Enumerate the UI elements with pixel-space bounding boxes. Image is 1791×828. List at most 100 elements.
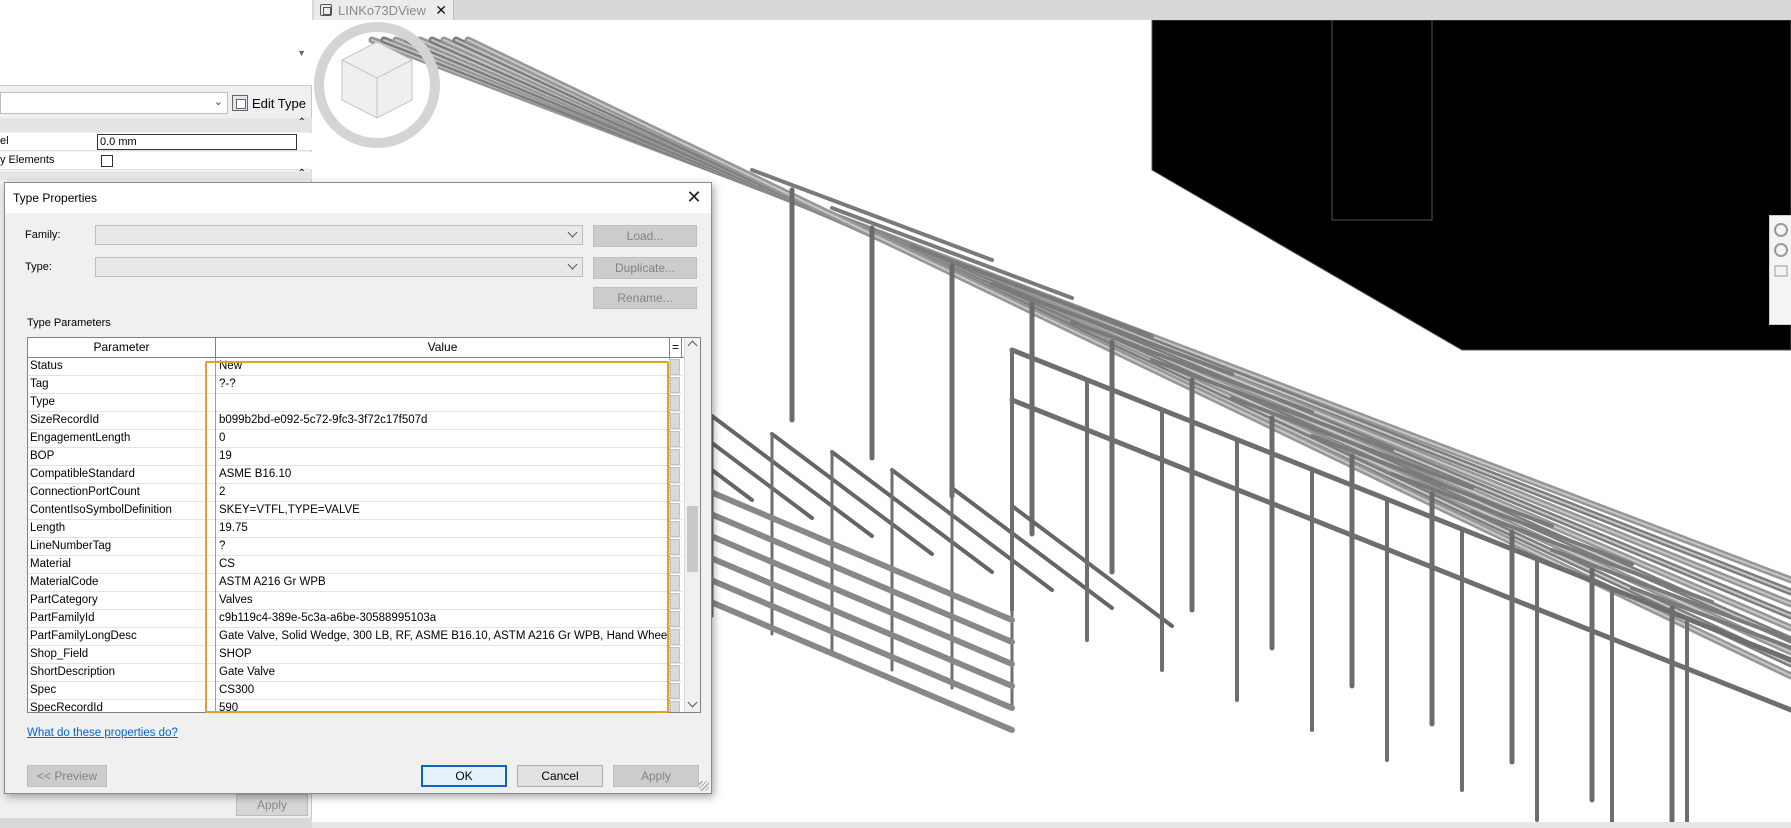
table-row[interactable]: Length 19.75 [28,520,682,538]
parameter-value-cell[interactable]: SKEY=VTFL,TYPE=VALVE [216,502,670,520]
formula-button[interactable] [670,629,680,645]
dialog-title-bar[interactable]: Type Properties ✕ [5,183,711,213]
table-row[interactable]: ContentIsoSymbolDefinition SKEY=VTFL,TYPE… [28,502,682,520]
formula-button[interactable] [670,539,680,555]
table-row[interactable]: SpecRecordId 590 [28,700,682,712]
parameter-value-cell[interactable]: 590 [216,700,670,712]
table-row[interactable]: EngagementLength 0 [28,430,682,448]
close-icon[interactable]: ✕ [435,2,447,19]
edit-type-button[interactable]: Edit Type [232,91,308,115]
rename-button[interactable]: Rename... [593,287,697,309]
formula-button[interactable] [670,377,680,393]
scroll-down-icon[interactable] [687,697,698,708]
table-row[interactable]: ConnectionPortCount 2 [28,484,682,502]
parameter-value-cell[interactable]: ASME B16.10 [216,466,670,484]
offset-value-field[interactable]: 0.0 mm [97,134,297,150]
preview-button[interactable]: << Preview [27,765,107,787]
formula-button[interactable] [670,521,680,537]
formula-button[interactable] [670,701,680,712]
table-row[interactable]: Status New [28,358,682,376]
table-row[interactable]: BOP 19 [28,448,682,466]
formula-button[interactable] [670,593,680,609]
close-icon[interactable]: ✕ [683,187,705,209]
formula-button[interactable] [670,665,680,681]
parameter-value-cell[interactable]: Gate Valve [216,664,670,682]
view-tab-label: LINKo73DView [338,2,426,18]
formula-button[interactable] [670,395,680,411]
formula-button[interactable] [670,647,680,663]
type-selector-preview[interactable]: ▼ [0,0,312,86]
load-button[interactable]: Load... [593,225,697,247]
ok-button[interactable]: OK [421,765,507,787]
scroll-up-icon[interactable] [687,340,698,351]
table-row[interactable]: PartFamilyLongDesc Gate Valve, Solid Wedg… [28,628,682,646]
parameter-value-cell[interactable]: CS [216,556,670,574]
formula-button[interactable] [670,413,680,429]
table-row[interactable]: MaterialCode ASTM A216 Gr WPB [28,574,682,592]
grid-scrollbar[interactable] [684,338,700,712]
view-control-bar[interactable] [312,822,1791,828]
table-row[interactable]: PartFamilyId c9b119c4-389e-5c3a-a6be-3058… [28,610,682,628]
table-row[interactable]: Shop_Field SHOP [28,646,682,664]
formula-button[interactable] [670,683,680,699]
palette-apply-button[interactable]: Apply [236,794,308,816]
parameter-value-cell[interactable]: Valves [216,592,670,610]
cancel-button[interactable]: Cancel [517,765,603,787]
formula-button[interactable] [670,467,680,483]
parameter-value-cell[interactable]: 19 [216,448,670,466]
family-dropdown[interactable] [95,225,583,245]
navigation-bar[interactable] [1769,215,1791,325]
table-row[interactable]: Material CS [28,556,682,574]
view-tab-3d[interactable]: LINKo73DView ✕ [314,0,454,20]
parameter-column-header[interactable]: Parameter [28,338,216,358]
steering-wheel-icon[interactable] [1770,216,1791,326]
view-cube-icon[interactable] [312,20,442,150]
formula-button[interactable] [670,485,680,501]
formula-column-header[interactable]: = [670,338,682,358]
formula-button[interactable] [670,611,680,627]
parameter-value-cell[interactable]: b099b2bd-e092-5c72-9fc3-3f72c17f507d [216,412,670,430]
type-dropdown[interactable] [95,257,583,277]
parameter-name-cell: Shop_Field [28,646,216,664]
parameter-value-cell[interactable]: ?-? [216,376,670,394]
table-row[interactable]: ShortDescription Gate Valve [28,664,682,682]
table-row[interactable]: SizeRecordId b099b2bd-e092-5c72-9fc3-3f72… [28,412,682,430]
instance-filter-dropdown[interactable]: ⌄ [0,92,228,114]
parameter-value-cell[interactable]: c9b119c4-389e-5c3a-a6be-30588995103a [216,610,670,628]
parameter-value-cell[interactable] [216,394,670,412]
table-row[interactable]: PartCategory Valves [28,592,682,610]
parameter-value-cell[interactable]: New [216,358,670,376]
formula-button[interactable] [670,557,680,573]
scroll-thumb[interactable] [687,506,698,572]
property-group-header[interactable]: ⌃ [0,117,312,132]
parameter-value-cell[interactable]: ? [216,538,670,556]
table-row[interactable]: CompatibleStandard ASME B16.10 [28,466,682,484]
duplicate-button[interactable]: Duplicate... [593,257,697,279]
property-checkbox[interactable] [101,155,113,167]
value-column-header[interactable]: Value [216,338,670,358]
table-row[interactable]: LineNumberTag? [28,538,682,556]
table-row[interactable]: Spec CS300 [28,682,682,700]
chevron-down-icon[interactable]: ▼ [297,48,306,58]
table-row[interactable]: Tag ?-? [28,376,682,394]
parameter-value-cell[interactable]: ASTM A216 Gr WPB [216,574,670,592]
parameter-value-cell[interactable]: 19.75 [216,520,670,538]
parameter-value-cell[interactable]: CS300 [216,682,670,700]
formula-button[interactable] [670,431,680,447]
formula-button[interactable] [670,503,680,519]
parameter-value-cell[interactable]: 0 [216,430,670,448]
formula-button[interactable] [670,359,680,375]
property-group-header[interactable]: ⌃ [0,168,312,180]
resize-grip-icon[interactable] [699,781,709,791]
table-row[interactable]: Type [28,394,682,412]
collapse-icon[interactable]: ⌃ [298,168,306,179]
apply-button[interactable]: Apply [613,765,699,787]
help-link[interactable]: What do these properties do? [27,727,178,739]
formula-button[interactable] [670,575,680,591]
formula-button[interactable] [670,449,680,465]
palette-tabs[interactable] [0,818,312,828]
parameter-value-cell[interactable]: 2 [216,484,670,502]
parameter-value-cell[interactable]: Gate Valve, Solid Wedge, 300 LB, RF, ASM… [216,628,670,646]
parameter-value-cell[interactable]: SHOP [216,646,670,664]
collapse-icon[interactable]: ⌃ [298,117,306,128]
